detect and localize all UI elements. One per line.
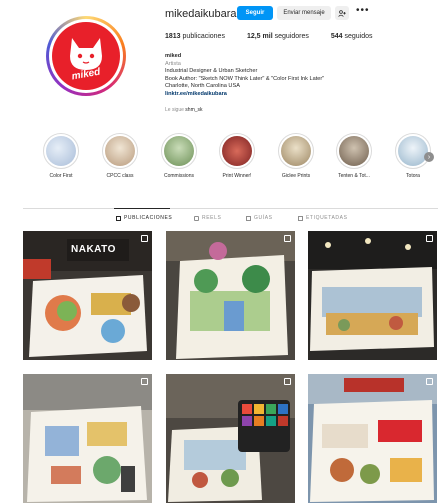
carousel-icon	[141, 378, 148, 385]
suggest-user-button[interactable]	[335, 6, 349, 20]
highlight-label: Print Winner!	[222, 173, 252, 179]
bio-link[interactable]: linktr.ee/mikedaikubara	[165, 91, 395, 99]
highlight-thumbnail	[164, 136, 194, 166]
carousel-icon	[141, 235, 148, 242]
bio-line: Charlotte, North Carolina USA	[165, 83, 240, 90]
profile-username: mikedaikubara	[165, 8, 237, 20]
highlight-thumbnail	[398, 136, 428, 166]
highlight-item[interactable]: Commissions	[157, 133, 201, 179]
following-stat[interactable]: 544 seguidos	[331, 33, 373, 40]
posts-stat: 1813 publicaciones	[165, 33, 225, 40]
highlight-label: Totora	[406, 173, 420, 179]
sketch-image	[166, 374, 295, 503]
reels-icon	[194, 215, 199, 221]
send-message-button[interactable]: Enviar mensaje	[277, 6, 331, 20]
profile-avatar[interactable]: miked	[46, 16, 126, 96]
add-user-icon	[338, 9, 346, 17]
highlight-label: Giclee Prints	[281, 173, 311, 179]
profile-bio: miked Artista Industrial Designer & Urba…	[165, 53, 395, 99]
highlight-item[interactable]: CPCC class	[98, 133, 142, 179]
highlights-next-button[interactable]: ›	[424, 152, 434, 162]
highlight-thumbnail	[105, 136, 135, 166]
guides-icon	[246, 215, 251, 221]
tabs-divider	[23, 208, 438, 209]
profile-stats: 1813 publicaciones 12,5 mil seguidores 5…	[165, 33, 373, 40]
avatar-image: miked	[52, 22, 120, 90]
bio-category: Artista	[165, 60, 181, 67]
highlight-item[interactable]: Color First	[39, 133, 83, 179]
tab-reels[interactable]: REELS	[194, 215, 221, 221]
post-thumbnail[interactable]: NAKATO	[23, 231, 152, 360]
post-thumbnail[interactable]	[308, 231, 437, 360]
follow-button[interactable]: Seguir	[237, 6, 273, 20]
highlight-item[interactable]: Tenten & Tot...	[332, 133, 376, 179]
highlight-label: CPCC class	[106, 173, 134, 179]
chevron-right-icon: ›	[427, 153, 431, 161]
highlight-thumbnail	[339, 136, 369, 166]
highlight-thumbnail	[46, 136, 76, 166]
bio-name: miked	[165, 53, 182, 59]
active-tab-indicator	[114, 208, 170, 209]
highlight-label: Tenten & Tot...	[338, 173, 370, 179]
sketch-image	[23, 374, 152, 503]
highlight-item[interactable]: Print Winner!	[215, 133, 259, 179]
followers-stat[interactable]: 12,5 mil seguidores	[247, 33, 309, 40]
tab-tagged[interactable]: ETIQUETADAS	[298, 215, 348, 221]
tagged-icon	[298, 215, 303, 221]
sketch-image	[166, 231, 295, 360]
bio-line: Book Author: "Sketch NOW Think Later" & …	[165, 75, 325, 82]
post-thumbnail[interactable]	[308, 374, 437, 503]
highlight-label: Color First	[49, 173, 73, 179]
post-thumbnail[interactable]	[166, 231, 295, 360]
tab-guides[interactable]: GUÍAS	[246, 215, 273, 221]
carousel-icon	[284, 235, 291, 242]
post-thumbnail[interactable]	[166, 374, 295, 503]
followed-by[interactable]: Le sigue shm_sk	[165, 107, 203, 113]
tab-posts[interactable]: PUBLICACIONES	[116, 215, 172, 221]
highlight-item[interactable]: Giclee Prints	[274, 133, 318, 179]
carousel-icon	[284, 378, 291, 385]
highlight-thumbnail	[222, 136, 252, 166]
carousel-icon	[426, 235, 433, 242]
sketch-image	[308, 231, 437, 360]
more-options-icon[interactable]: •••	[356, 5, 370, 16]
post-thumbnail[interactable]	[23, 374, 152, 503]
highlight-label: Commissions	[163, 173, 194, 179]
bio-line: Industrial Designer & Urban Sketcher	[165, 68, 258, 75]
highlight-thumbnail	[281, 136, 311, 166]
sign-text: NAKATO	[71, 244, 116, 255]
carousel-icon	[426, 378, 433, 385]
sketch-image	[308, 374, 437, 503]
grid-icon	[116, 215, 121, 221]
